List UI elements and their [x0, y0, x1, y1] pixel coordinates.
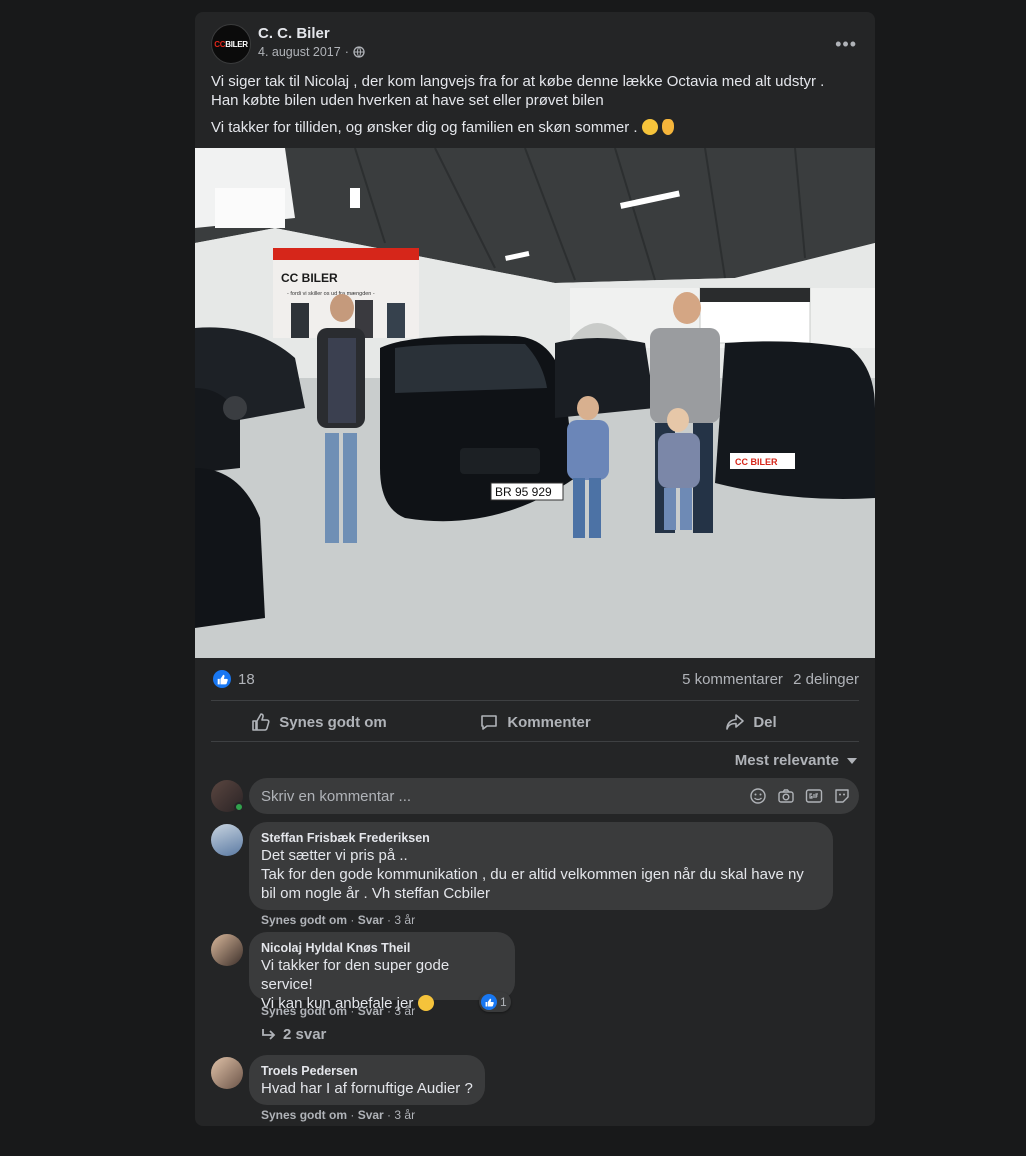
composer-icons	[749, 787, 851, 805]
more-options-button[interactable]: •••	[835, 34, 857, 55]
comment-author[interactable]: Steffan Frisbæk Frederiksen	[261, 830, 821, 846]
post-card: CCBILER C. C. Biler 4. august 2017 · •••…	[195, 12, 875, 1126]
comment: Nicolaj Hyldal Knøs Theil Vi takker for …	[211, 932, 859, 1043]
post-date[interactable]: 4. august 2017	[258, 45, 341, 59]
online-status-icon	[234, 802, 244, 812]
like-label: Synes godt om	[279, 713, 387, 731]
ok-hand-emoji-icon	[661, 119, 674, 135]
post-meta: 4. august 2017 ·	[258, 45, 365, 59]
share-arrow-icon	[726, 714, 745, 730]
smiley-icon[interactable]	[749, 787, 767, 805]
post-text-line: Vi takker for tilliden, og ønsker dig og…	[211, 118, 861, 137]
comment-time[interactable]: 3 år	[394, 913, 415, 927]
meta-separator: ·	[344, 45, 349, 59]
comment-reply-link[interactable]: Svar	[358, 1004, 384, 1018]
commenter-avatar[interactable]	[211, 934, 243, 966]
post-photo[interactable]: CC BILER - fordi vi skiller os ud fra mæ…	[195, 148, 875, 658]
comment: Steffan Frisbæk Frederiksen Det sætter v…	[211, 822, 859, 932]
comment-reply-link[interactable]: Svar	[358, 913, 384, 927]
divider	[211, 700, 859, 701]
comment-button[interactable]: Kommenter	[427, 702, 643, 742]
page-logo: CCBILER	[214, 39, 248, 49]
comment-reaction-count: 1	[500, 995, 507, 1009]
post-actions: Synes godt om Kommenter Del	[211, 702, 859, 742]
comment-actions: Synes godt om · Svar · 3 år	[261, 913, 416, 927]
share-button[interactable]: Del	[643, 702, 859, 742]
comment-reactions[interactable]: 1	[479, 992, 511, 1012]
comment-bubble: Nicolaj Hyldal Knøs Theil Vi takker for …	[249, 932, 515, 1012]
replies-count: 2 svar	[283, 1026, 327, 1043]
view-replies-link[interactable]: 2 svar	[261, 1026, 326, 1043]
license-plate: BR 95 929	[495, 485, 552, 499]
comment-bubble: Steffan Frisbæk Frederiksen Det sætter v…	[249, 822, 833, 910]
commenter-avatar[interactable]	[211, 824, 243, 856]
comment: Troels Pedersen Hvad har I af fornuftige…	[211, 1055, 859, 1125]
comment-actions: Synes godt om · Svar · 3 år	[261, 1108, 416, 1122]
comment-author[interactable]: Nicolaj Hyldal Knøs Theil	[261, 940, 503, 956]
comment-text-line: Vi takker for den super gode service!	[261, 957, 450, 993]
comment-bubble-icon	[481, 715, 498, 730]
thumbs-up-icon	[252, 713, 270, 731]
sort-comments-dropdown[interactable]: Mest relevante	[735, 752, 857, 769]
comment-label: Kommenter	[507, 713, 591, 731]
comment-bubble: Troels Pedersen Hvad har I af fornuftige…	[249, 1055, 485, 1105]
post-text-line: Vi siger tak til Nicolaj , der kom langv…	[211, 73, 825, 90]
reply-arrow-icon	[262, 1028, 276, 1040]
dealer-plate: CC BILER	[735, 457, 778, 467]
comment-text-line: bil om nogle år . Vh steffan Ccbiler	[261, 885, 491, 902]
chevron-down-icon	[847, 757, 857, 764]
banner-slogan: - fordi vi skiller os ud fra mængden -	[287, 291, 375, 297]
sort-label: Mest relevante	[734, 752, 839, 769]
comment-like-link[interactable]: Synes godt om	[261, 913, 347, 927]
comment-actions: Synes godt om · Svar · 3 år	[261, 1004, 416, 1018]
like-reaction-icon	[481, 994, 497, 1010]
like-button[interactable]: Synes godt om	[211, 702, 427, 742]
post-text-line: Han købte bilen uden hverken at have set…	[211, 92, 604, 109]
likes-count[interactable]: 18	[238, 671, 255, 688]
showroom-photo: CC BILER - fordi vi skiller os ud fra mæ…	[195, 148, 875, 658]
camera-icon[interactable]	[777, 787, 795, 805]
comments-count[interactable]: 5 kommentarer	[682, 671, 783, 688]
comment-time[interactable]: 3 år	[394, 1108, 415, 1122]
banner-title: CC BILER	[281, 271, 338, 285]
comment-text-line: Tak for den gode kommunikation , du er a…	[261, 866, 804, 883]
gif-icon[interactable]	[805, 787, 823, 805]
comment-time[interactable]: 3 år	[394, 1004, 415, 1018]
reactions-bar: 18 5 kommentarer 2 delinger	[211, 668, 859, 688]
relieved-emoji-icon	[641, 119, 658, 135]
comment-text-line: Hvad har I af fornuftige Audier ?	[261, 1080, 473, 1097]
share-label: Del	[753, 713, 777, 731]
post-text: Vi siger tak til Nicolaj , der kom langv…	[211, 72, 861, 137]
comment-like-link[interactable]: Synes godt om	[261, 1004, 347, 1018]
page-avatar[interactable]: CCBILER	[211, 24, 251, 64]
divider	[211, 741, 859, 742]
shares-count[interactable]: 2 delinger	[793, 671, 859, 688]
comment-author[interactable]: Troels Pedersen	[261, 1063, 473, 1079]
like-reaction-icon[interactable]	[213, 670, 231, 688]
engagement-counts: 5 kommentarer 2 delinger	[676, 671, 859, 688]
comment-reply-link[interactable]: Svar	[358, 1108, 384, 1122]
page-name[interactable]: C. C. Biler	[258, 25, 330, 42]
commenter-avatar[interactable]	[211, 1057, 243, 1089]
comment-text-line: Det sætter vi pris på ..	[261, 847, 408, 864]
comment-composer	[211, 778, 859, 814]
globe-icon	[353, 46, 365, 58]
comment-like-link[interactable]: Synes godt om	[261, 1108, 347, 1122]
sticker-icon[interactable]	[833, 787, 851, 805]
grinning-emoji-icon	[417, 995, 434, 1011]
